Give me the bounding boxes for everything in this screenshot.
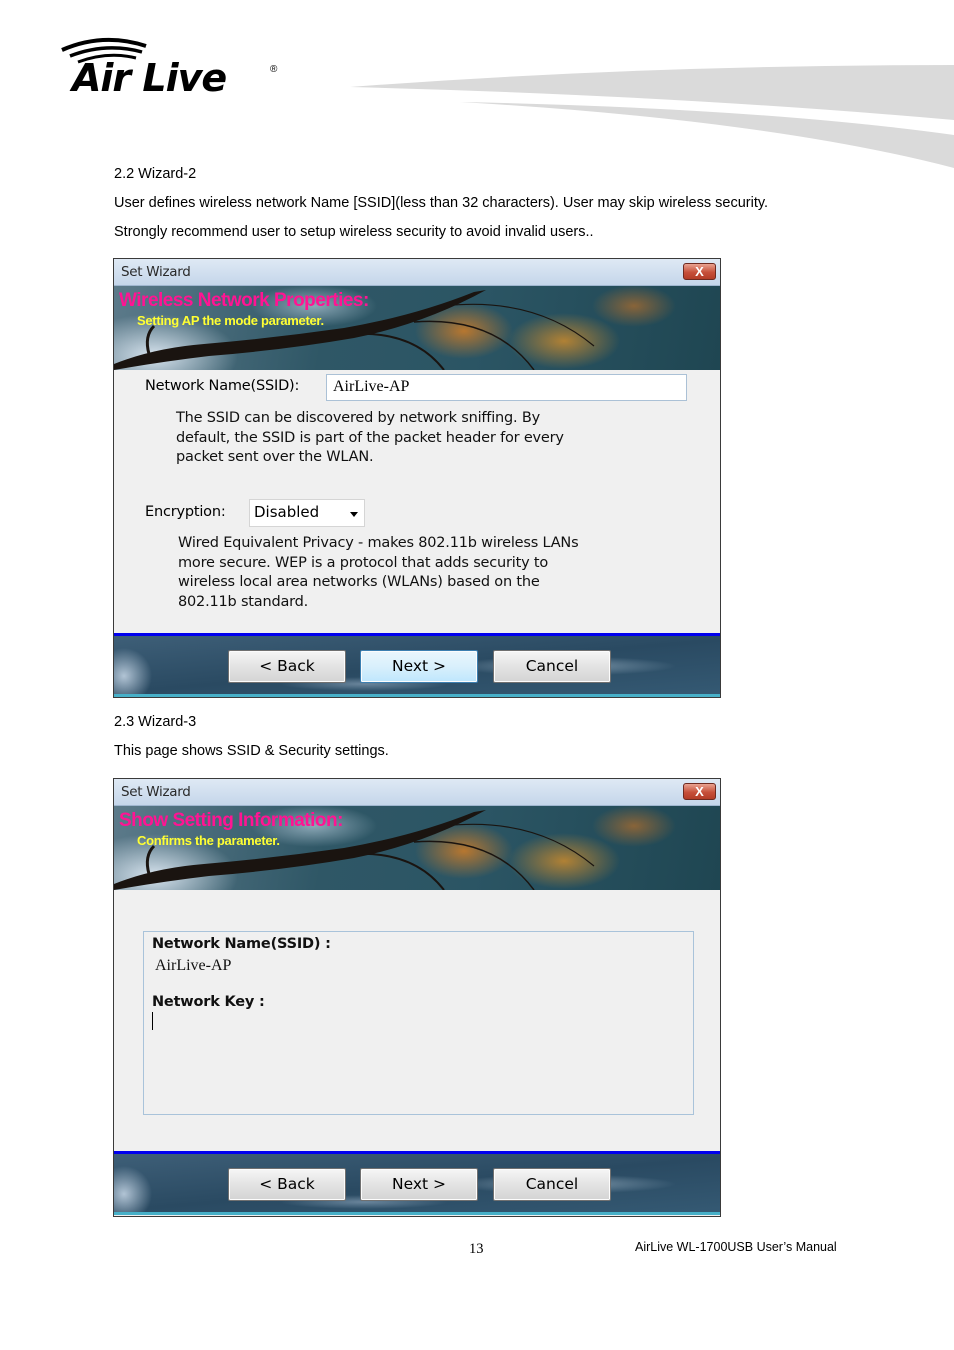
window-titlebar: Set Wizard X bbox=[114, 259, 720, 286]
encryption-description-line: wireless local area networks (WLANs) bas… bbox=[178, 574, 540, 590]
header-swoosh-decoration bbox=[350, 65, 954, 168]
set-wizard-window-wireless-properties: Set Wizard X Wireless Network Properties… bbox=[113, 258, 721, 698]
cancel-button[interactable]: Cancel bbox=[493, 1168, 611, 1201]
section-body-line: This page shows SSID & Security settings… bbox=[114, 743, 389, 759]
cancel-button[interactable]: Cancel bbox=[493, 650, 611, 683]
section-body-line: Strongly recommend user to setup wireles… bbox=[114, 224, 594, 240]
encryption-label: Encryption: bbox=[145, 504, 226, 520]
banner-title: Show Setting Information: bbox=[119, 810, 343, 831]
ssid-description: The SSID can be discovered by network sn… bbox=[176, 409, 564, 468]
close-icon: X bbox=[695, 264, 704, 279]
section-heading-wizard-2: 2.2 Wizard-2 bbox=[114, 166, 197, 182]
ssid-summary-label: Network Name(SSID) : bbox=[152, 936, 331, 952]
encryption-description-line: Wired Equivalent Privacy - makes 802.11b… bbox=[178, 535, 579, 551]
encryption-description-line: 802.11b standard. bbox=[178, 593, 309, 610]
settings-summary-box: Network Name(SSID) : AirLive-AP Network … bbox=[143, 931, 694, 1115]
ssid-input[interactable]: AirLive-AP bbox=[326, 374, 687, 401]
close-icon: X bbox=[695, 784, 704, 799]
network-key-label: Network Key : bbox=[152, 994, 265, 1010]
page-number: 13 bbox=[469, 1241, 484, 1257]
ssid-description-line: packet sent over the WLAN. bbox=[176, 449, 374, 465]
close-button[interactable]: X bbox=[683, 783, 716, 800]
ssid-summary-value: AirLive-AP bbox=[155, 957, 232, 974]
next-button[interactable]: Next > bbox=[360, 650, 478, 683]
chevron-down-icon bbox=[350, 512, 358, 517]
registered-mark: ® bbox=[270, 64, 278, 75]
window-title: Set Wizard bbox=[121, 264, 191, 280]
encryption-selected-value: Disabled bbox=[254, 503, 320, 521]
banner-subtitle: Confirms the parameter. bbox=[137, 833, 280, 848]
close-button[interactable]: X bbox=[683, 263, 716, 280]
wizard-button-bar: < Back Next > Cancel bbox=[114, 1151, 720, 1215]
airlive-logo: Air Live ® bbox=[58, 36, 288, 104]
banner-subtitle: Setting AP the mode parameter. bbox=[137, 313, 324, 328]
set-wizard-window-show-settings: Set Wizard X Show Setting Information: C… bbox=[113, 778, 721, 1217]
next-button[interactable]: Next > bbox=[360, 1168, 478, 1201]
section-heading-wizard-3: 2.3 Wizard-3 bbox=[114, 714, 197, 730]
ssid-label: Network Name(SSID): bbox=[145, 378, 300, 394]
ssid-description-line: The SSID can be discovered by network sn… bbox=[176, 410, 540, 426]
wizard-button-bar: < Back Next > Cancel bbox=[114, 633, 720, 697]
logo-text: Air Live bbox=[72, 56, 227, 100]
section-body-line: User defines wireless network Name [SSID… bbox=[114, 195, 769, 211]
wizard-banner: Show Setting Information: Confirms the p… bbox=[114, 806, 720, 890]
encryption-description-line: more secure. WEP is a protocol that adds… bbox=[178, 554, 549, 571]
manual-title: AirLive WL-1700USB User’s Manual bbox=[635, 1240, 837, 1254]
banner-title: Wireless Network Properties: bbox=[119, 290, 369, 311]
window-titlebar: Set Wizard X bbox=[114, 779, 720, 806]
back-button[interactable]: < Back bbox=[228, 650, 346, 683]
back-button[interactable]: < Back bbox=[228, 1168, 346, 1201]
wizard-banner: Wireless Network Properties: Setting AP … bbox=[114, 286, 720, 370]
encryption-select[interactable]: Disabled bbox=[249, 499, 365, 527]
text-cursor bbox=[152, 1012, 153, 1030]
encryption-description: Wired Equivalent Privacy - makes 802.11b… bbox=[178, 534, 579, 612]
ssid-description-line: default, the SSID is part of the packet … bbox=[176, 429, 564, 446]
window-title: Set Wizard bbox=[121, 784, 191, 800]
